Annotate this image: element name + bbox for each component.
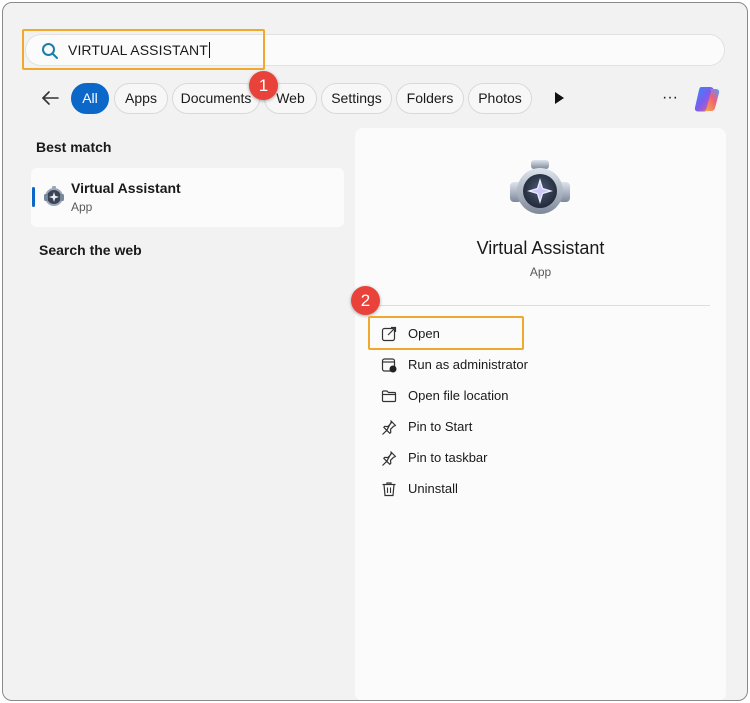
details-panel: Virtual Assistant App Open Run as admini…: [355, 128, 726, 700]
action-label: Open: [408, 326, 440, 341]
search-input[interactable]: VIRTUAL ASSISTANT: [68, 42, 210, 58]
action-run-as-administrator[interactable]: Run as administrator: [369, 351, 709, 379]
action-pin-to-start[interactable]: Pin to Start: [369, 413, 709, 441]
filter-folders[interactable]: Folders: [396, 83, 464, 114]
copilot-icon[interactable]: [692, 83, 724, 115]
selection-indicator: [32, 187, 35, 207]
search-web-heading: Search the web: [39, 242, 142, 258]
open-external-icon: [381, 326, 397, 342]
action-pin-to-taskbar[interactable]: Pin to taskbar: [369, 444, 709, 472]
action-label: Uninstall: [408, 481, 458, 496]
start-search-window: VIRTUAL ASSISTANT All Apps Documents Web…: [2, 2, 748, 701]
scroll-right-icon[interactable]: [553, 91, 565, 105]
result-title: Virtual Assistant: [71, 180, 181, 196]
divider: [367, 305, 710, 306]
pin-icon: [382, 451, 397, 466]
action-label: Pin to taskbar: [408, 450, 488, 465]
search-icon: [42, 43, 58, 59]
folder-icon: [381, 390, 397, 403]
step-marker-2: 2: [351, 286, 380, 315]
action-label: Run as administrator: [408, 357, 528, 372]
detail-app-name: Virtual Assistant: [476, 238, 605, 258]
action-label: Pin to Start: [408, 419, 473, 434]
best-match-result[interactable]: Virtual Assistant App: [31, 168, 344, 227]
detail-app-type: App: [529, 265, 552, 279]
filter-settings[interactable]: Settings: [321, 83, 392, 114]
trash-icon: [382, 482, 396, 497]
action-open[interactable]: Open: [369, 320, 709, 348]
virtual-assistant-app-icon: [510, 160, 570, 214]
result-type: App: [71, 200, 93, 214]
filter-documents[interactable]: Documents: [172, 83, 260, 114]
action-label: Open file location: [408, 388, 509, 403]
action-open-file-location[interactable]: Open file location: [369, 382, 709, 410]
search-box[interactable]: VIRTUAL ASSISTANT: [25, 34, 725, 66]
step-marker-1: 1: [249, 71, 278, 100]
more-options-icon[interactable]: ···: [660, 88, 680, 108]
action-uninstall[interactable]: Uninstall: [369, 475, 709, 503]
filter-photos[interactable]: Photos: [468, 83, 532, 114]
arrow-left-icon[interactable]: [39, 87, 61, 109]
pin-icon: [382, 420, 397, 435]
filter-apps[interactable]: Apps: [114, 83, 168, 114]
text-caret: [208, 42, 210, 58]
filter-all[interactable]: All: [71, 83, 109, 114]
best-match-heading: Best match: [36, 139, 112, 155]
shield-window-icon: [381, 358, 397, 373]
virtual-assistant-app-icon: [44, 186, 64, 206]
